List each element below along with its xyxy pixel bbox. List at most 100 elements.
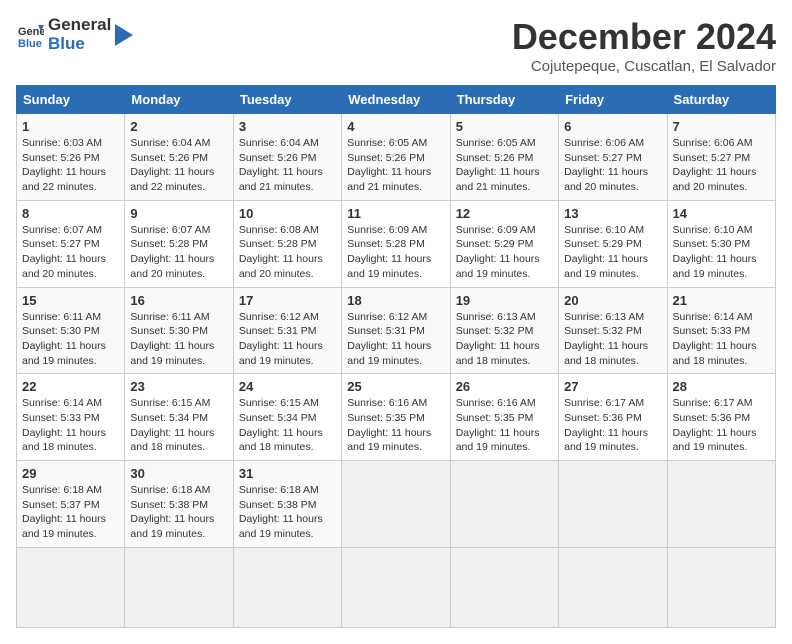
table-cell: 20 Sunrise: 6:13 AMSunset: 5:32 PMDayligh… <box>559 287 667 374</box>
table-cell: 2Sunrise: 6:04 AMSunset: 5:26 PMDaylight… <box>125 114 233 201</box>
day-detail: Sunrise: 6:14 AMSunset: 5:33 PMDaylight:… <box>673 310 770 369</box>
svg-text:Blue: Blue <box>18 38 42 49</box>
day-detail: Sunrise: 6:16 AMSunset: 5:35 PMDaylight:… <box>456 396 553 455</box>
table-cell <box>233 547 341 627</box>
table-cell: 24 Sunrise: 6:15 AMSunset: 5:34 PMDayligh… <box>233 374 341 461</box>
day-detail: Sunrise: 6:06 AMSunset: 5:27 PMDaylight:… <box>564 136 661 195</box>
table-cell: 25Sunrise: 6:16 AMSunset: 5:35 PMDayligh… <box>342 374 450 461</box>
day-number: 4 <box>347 119 444 134</box>
table-cell: 21Sunrise: 6:14 AMSunset: 5:33 PMDayligh… <box>667 287 775 374</box>
day-detail: Sunrise: 6:18 AMSunset: 5:38 PMDaylight:… <box>239 483 336 542</box>
day-number: 14 <box>673 206 770 221</box>
table-cell <box>559 547 667 627</box>
day-number: 9 <box>130 206 227 221</box>
table-cell: 10 Sunrise: 6:08 AMSunset: 5:28 PMDayligh… <box>233 200 341 287</box>
day-detail: Sunrise: 6:12 AMSunset: 5:31 PMDaylight:… <box>239 310 336 369</box>
day-detail: Sunrise: 6:16 AMSunset: 5:35 PMDaylight:… <box>347 396 444 455</box>
table-cell: 12 Sunrise: 6:09 AMSunset: 5:29 PMDayligh… <box>450 200 558 287</box>
day-detail: Sunrise: 6:07 AMSunset: 5:28 PMDaylight:… <box>130 223 227 282</box>
calendar-row: 15 Sunrise: 6:11 AMSunset: 5:30 PMDayligh… <box>17 287 776 374</box>
day-number: 27 <box>564 379 661 394</box>
day-number: 11 <box>347 206 444 221</box>
day-detail: Sunrise: 6:10 AMSunset: 5:30 PMDaylight:… <box>673 223 770 282</box>
table-cell: 6 Sunrise: 6:06 AMSunset: 5:27 PMDaylight… <box>559 114 667 201</box>
col-thursday: Thursday <box>450 86 558 114</box>
day-number: 30 <box>130 466 227 481</box>
day-detail: Sunrise: 6:07 AMSunset: 5:27 PMDaylight:… <box>22 223 119 282</box>
day-detail: Sunrise: 6:18 AMSunset: 5:38 PMDaylight:… <box>130 483 227 542</box>
table-cell <box>667 461 775 548</box>
day-number: 1 <box>22 119 119 134</box>
calendar-table: Sunday Monday Tuesday Wednesday Thursday… <box>16 85 776 628</box>
calendar-row: 22Sunrise: 6:14 AMSunset: 5:33 PMDayligh… <box>17 374 776 461</box>
col-friday: Friday <box>559 86 667 114</box>
col-sunday: Sunday <box>17 86 125 114</box>
table-cell: 19 Sunrise: 6:13 AMSunset: 5:32 PMDayligh… <box>450 287 558 374</box>
day-detail: Sunrise: 6:11 AMSunset: 5:30 PMDaylight:… <box>22 310 119 369</box>
day-number: 6 <box>564 119 661 134</box>
day-number: 10 <box>239 206 336 221</box>
table-cell: 7 Sunrise: 6:06 AMSunset: 5:27 PMDaylight… <box>667 114 775 201</box>
day-detail: Sunrise: 6:18 AMSunset: 5:37 PMDaylight:… <box>22 483 119 542</box>
calendar-title: December 2024 <box>512 16 776 58</box>
table-cell <box>342 547 450 627</box>
calendar-header-row: Sunday Monday Tuesday Wednesday Thursday… <box>17 86 776 114</box>
calendar-row: 1 Sunrise: 6:03 AMSunset: 5:26 PMDaylight… <box>17 114 776 201</box>
day-number: 15 <box>22 293 119 308</box>
day-number: 23 <box>130 379 227 394</box>
table-cell: 22Sunrise: 6:14 AMSunset: 5:33 PMDayligh… <box>17 374 125 461</box>
day-detail: Sunrise: 6:13 AMSunset: 5:32 PMDaylight:… <box>564 310 661 369</box>
table-cell: 13Sunrise: 6:10 AMSunset: 5:29 PMDayligh… <box>559 200 667 287</box>
col-monday: Monday <box>125 86 233 114</box>
day-number: 8 <box>22 206 119 221</box>
table-cell: 23Sunrise: 6:15 AMSunset: 5:34 PMDayligh… <box>125 374 233 461</box>
table-cell: 29 Sunrise: 6:18 AMSunset: 5:37 PMDayligh… <box>17 461 125 548</box>
day-detail: Sunrise: 6:17 AMSunset: 5:36 PMDaylight:… <box>564 396 661 455</box>
day-detail: Sunrise: 6:05 AMSunset: 5:26 PMDaylight:… <box>456 136 553 195</box>
table-cell: 15 Sunrise: 6:11 AMSunset: 5:30 PMDayligh… <box>17 287 125 374</box>
table-cell <box>667 547 775 627</box>
table-cell: 26 Sunrise: 6:16 AMSunset: 5:35 PMDayligh… <box>450 374 558 461</box>
day-number: 7 <box>673 119 770 134</box>
day-number: 12 <box>456 206 553 221</box>
day-number: 29 <box>22 466 119 481</box>
col-wednesday: Wednesday <box>342 86 450 114</box>
day-number: 16 <box>130 293 227 308</box>
table-cell <box>450 461 558 548</box>
table-cell: 27 Sunrise: 6:17 AMSunset: 5:36 PMDayligh… <box>559 374 667 461</box>
table-cell: 17Sunrise: 6:12 AMSunset: 5:31 PMDayligh… <box>233 287 341 374</box>
day-detail: Sunrise: 6:14 AMSunset: 5:33 PMDaylight:… <box>22 396 119 455</box>
table-cell: 18Sunrise: 6:12 AMSunset: 5:31 PMDayligh… <box>342 287 450 374</box>
day-number: 18 <box>347 293 444 308</box>
day-number: 13 <box>564 206 661 221</box>
calendar-row: 29 Sunrise: 6:18 AMSunset: 5:37 PMDayligh… <box>17 461 776 548</box>
table-cell: 3Sunrise: 6:04 AMSunset: 5:26 PMDaylight… <box>233 114 341 201</box>
day-number: 24 <box>239 379 336 394</box>
day-number: 20 <box>564 293 661 308</box>
col-tuesday: Tuesday <box>233 86 341 114</box>
table-cell <box>342 461 450 548</box>
table-cell: 8 Sunrise: 6:07 AMSunset: 5:27 PMDaylight… <box>17 200 125 287</box>
table-cell: 11Sunrise: 6:09 AMSunset: 5:28 PMDayligh… <box>342 200 450 287</box>
day-detail: Sunrise: 6:08 AMSunset: 5:28 PMDaylight:… <box>239 223 336 282</box>
day-number: 31 <box>239 466 336 481</box>
day-detail: Sunrise: 6:06 AMSunset: 5:27 PMDaylight:… <box>673 136 770 195</box>
day-detail: Sunrise: 6:03 AMSunset: 5:26 PMDaylight:… <box>22 136 119 195</box>
day-detail: Sunrise: 6:04 AMSunset: 5:26 PMDaylight:… <box>130 136 227 195</box>
day-detail: Sunrise: 6:09 AMSunset: 5:29 PMDaylight:… <box>456 223 553 282</box>
table-cell: 9 Sunrise: 6:07 AMSunset: 5:28 PMDaylight… <box>125 200 233 287</box>
day-detail: Sunrise: 6:05 AMSunset: 5:26 PMDaylight:… <box>347 136 444 195</box>
logo-blue: Blue <box>48 35 111 54</box>
day-detail: Sunrise: 6:17 AMSunset: 5:36 PMDaylight:… <box>673 396 770 455</box>
table-cell <box>450 547 558 627</box>
logo-arrow-icon <box>115 24 133 46</box>
day-number: 26 <box>456 379 553 394</box>
logo: General Blue General Blue <box>16 16 133 53</box>
table-cell <box>559 461 667 548</box>
day-detail: Sunrise: 6:15 AMSunset: 5:34 PMDaylight:… <box>239 396 336 455</box>
day-number: 19 <box>456 293 553 308</box>
page-header: General Blue General Blue December 2024 … <box>16 16 776 75</box>
table-cell: 5Sunrise: 6:05 AMSunset: 5:26 PMDaylight… <box>450 114 558 201</box>
day-detail: Sunrise: 6:13 AMSunset: 5:32 PMDaylight:… <box>456 310 553 369</box>
calendar-subtitle: Cojutepeque, Cuscatlan, El Salvador <box>512 58 776 75</box>
